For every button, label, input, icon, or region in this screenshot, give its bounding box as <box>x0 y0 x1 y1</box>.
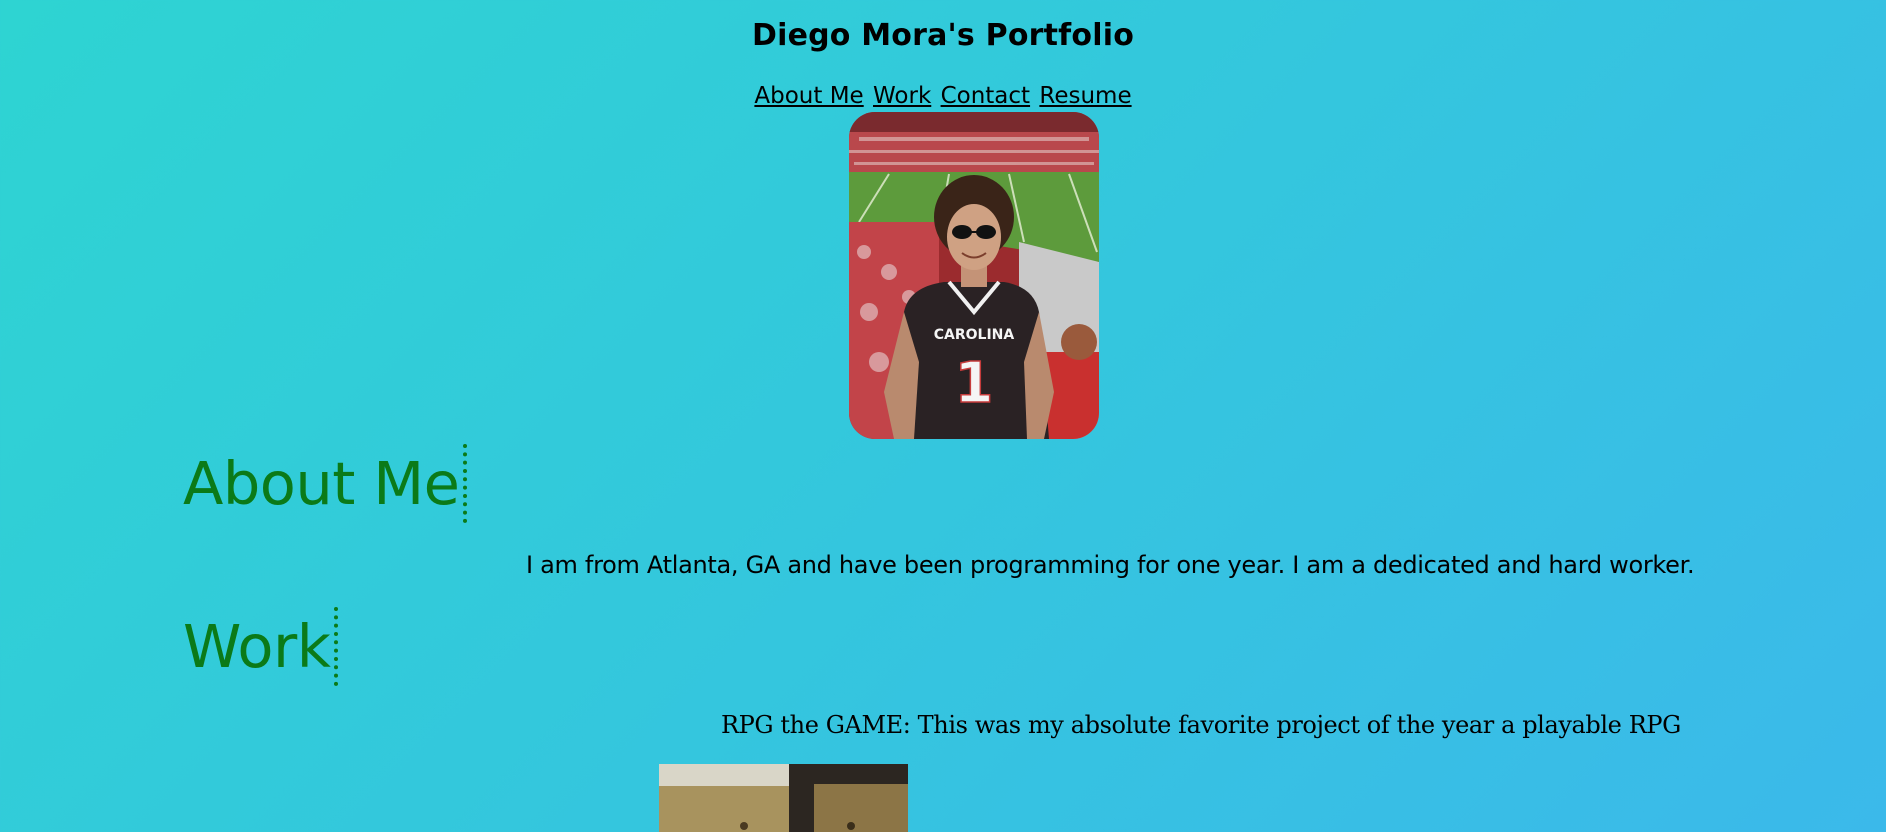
nav-link-resume[interactable]: Resume <box>1039 83 1131 109</box>
about-me-text: I am from Atlanta, GA and have been prog… <box>526 551 1695 579</box>
site-title: Diego Mora's Portfolio <box>751 18 1135 53</box>
profile-photo: CAROLINA 1 <box>849 112 1099 439</box>
project-image[interactable] <box>659 764 908 832</box>
nav-link-contact[interactable]: Contact <box>941 83 1030 109</box>
about-me-heading: About Me <box>183 444 468 523</box>
jersey-text: CAROLINA <box>934 327 1015 343</box>
nav-link-about-me[interactable]: About Me <box>754 83 863 109</box>
jersey-number: 1 <box>955 351 994 416</box>
nav-link-work[interactable]: Work <box>873 83 931 109</box>
work-heading: Work <box>183 607 339 686</box>
project-description: RPG the GAME: This was my absolute favor… <box>721 711 1681 739</box>
main-nav: About Me Work Contact Resume <box>0 83 1886 109</box>
